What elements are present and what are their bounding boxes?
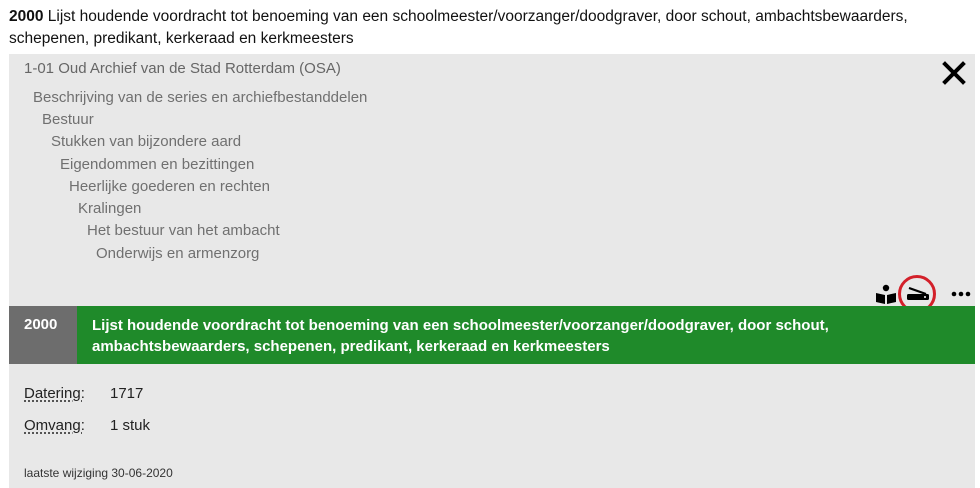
archive-root-link[interactable]: 1-01 Oud Archief van de Stad Rotterdam (… (24, 59, 341, 79)
record-title-text: Lijst houdende voordracht tot benoeming … (9, 8, 908, 47)
tree-item-bestuur[interactable]: Bestuur (42, 110, 94, 130)
tree-item-stukken[interactable]: Stukken van bijzondere aard (51, 132, 241, 152)
record-header-bar: 2000 Lijst houdende voordracht tot benoe… (9, 306, 975, 364)
reader-icon[interactable] (875, 284, 897, 304)
tree-item-onderwijs[interactable]: Onderwijs en armenzorg (96, 244, 259, 264)
omvang-value: 1 stuk (110, 417, 151, 434)
record-header-title: Lijst houdende voordracht tot benoeming … (77, 306, 975, 364)
datering-value: 1717 (110, 385, 144, 402)
tree-item-kralingen[interactable]: Kralingen (78, 199, 141, 219)
datering-label[interactable]: Datering: (24, 384, 110, 404)
tree-item-bestuur-ambacht[interactable]: Het bestuur van het ambacht (87, 221, 280, 241)
record-toolbar (875, 280, 975, 304)
record-title-number: 2000 (9, 8, 44, 25)
last-modified: laatste wijziging 30-06-2020 (24, 466, 173, 480)
more-icon[interactable] (951, 291, 971, 297)
omvang-label[interactable]: Omvang: (24, 416, 110, 436)
tree-item-beschrijving[interactable]: Beschrijving van de series en archiefbes… (33, 88, 367, 108)
scanner-icon[interactable] (906, 287, 930, 301)
record-panel: 1-01 Oud Archief van de Stad Rotterdam (… (9, 54, 975, 488)
tree-item-eigendommen[interactable]: Eigendommen en bezittingen (60, 155, 254, 175)
record-title: 2000 Lijst houdende voordracht tot benoe… (9, 6, 969, 50)
tree-item-heerlijke[interactable]: Heerlijke goederen en rechten (69, 177, 270, 197)
record-number: 2000 (9, 306, 77, 364)
close-icon[interactable] (941, 60, 967, 86)
datering-row: Datering: 1717 (24, 384, 143, 404)
omvang-row: Omvang: 1 stuk (24, 416, 150, 436)
